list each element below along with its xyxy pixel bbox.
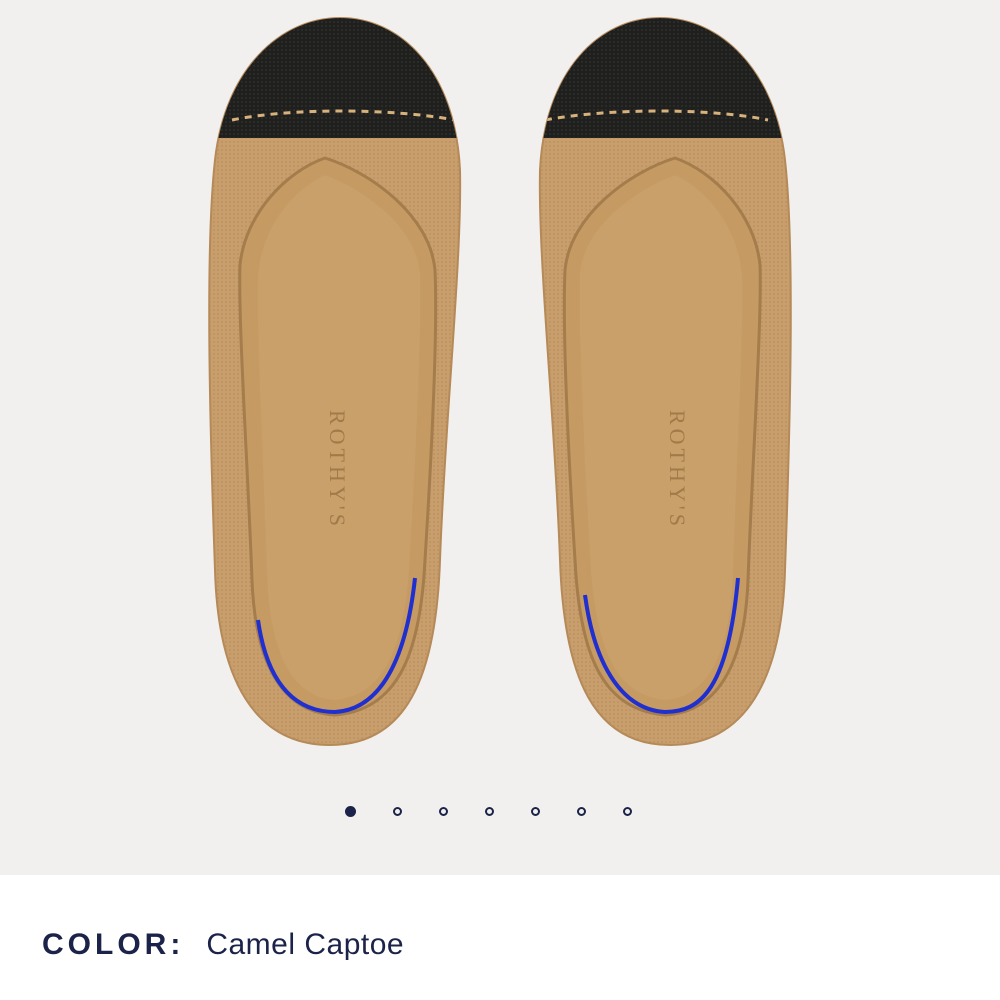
- product-image-gallery[interactable]: ROTHY'S ROTHY'S: [0, 0, 1000, 875]
- carousel-dot-2[interactable]: [393, 807, 402, 816]
- color-value: Camel Captoe: [206, 928, 405, 961]
- carousel-dot-7[interactable]: [623, 807, 632, 816]
- brand-insole-text-left: ROTHY'S: [325, 410, 350, 530]
- carousel-dot-3[interactable]: [439, 807, 448, 816]
- left-shoe: ROTHY'S: [208, 16, 462, 747]
- carousel-dot-6[interactable]: [577, 807, 586, 816]
- carousel-pagination: [345, 806, 632, 817]
- product-image[interactable]: ROTHY'S ROTHY'S: [0, 0, 1000, 875]
- right-shoe: ROTHY'S: [538, 16, 792, 747]
- carousel-dot-1[interactable]: [345, 806, 356, 817]
- color-selection: COLOR: Camel Captoe: [42, 928, 404, 962]
- carousel-dot-4[interactable]: [485, 807, 494, 816]
- carousel-dot-5[interactable]: [531, 807, 540, 816]
- color-label: COLOR:: [42, 928, 185, 961]
- brand-insole-text-right: ROTHY'S: [665, 410, 690, 530]
